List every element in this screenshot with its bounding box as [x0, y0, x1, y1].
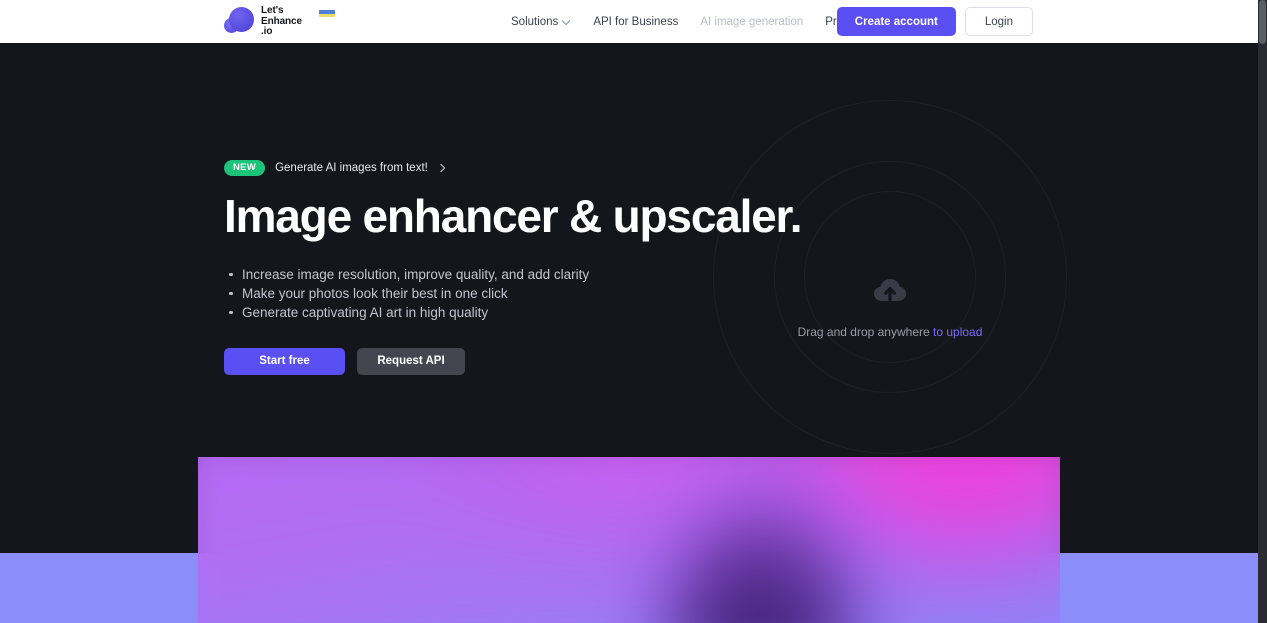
hero-content: NEW Generate AI images from text! Image … [224, 157, 802, 375]
list-item: Make your photos look their best in one … [224, 284, 744, 303]
chevron-right-icon [438, 164, 446, 172]
list-item: Generate captivating AI art in high qual… [224, 303, 744, 322]
dropzone-text: Drag and drop anywhere to upload [730, 325, 1050, 339]
create-account-button[interactable]: Create account [836, 7, 956, 36]
upload-dropzone[interactable]: Drag and drop anywhere to upload [730, 277, 1050, 339]
upload-link[interactable]: to upload [933, 325, 982, 339]
feature-list: Increase image resolution, improve quali… [224, 265, 744, 322]
status-badge: NEW [224, 160, 266, 176]
preview-gradient [198, 457, 1060, 623]
preview-image [198, 457, 1060, 623]
site-header: Let's Enhance .io Solutions API for Busi… [0, 0, 1258, 43]
page-root: Let's Enhance .io Solutions API for Busi… [0, 0, 1267, 623]
nav-item-api-for-business[interactable]: API for Business [593, 16, 689, 28]
start-free-button[interactable]: Start free [224, 347, 345, 375]
nav-label-solutions: Solutions [511, 15, 559, 28]
page-title: Image enhancer & upscaler. [224, 190, 802, 242]
cloud-upload-icon [874, 279, 906, 302]
new-feature-text: Generate AI images from text! [275, 162, 428, 174]
browser-viewport: Let's Enhance .io Solutions API for Busi… [0, 0, 1258, 623]
login-button[interactable]: Login [964, 7, 1033, 36]
logo-wordmark: Let's Enhance .io [261, 5, 335, 38]
new-feature-banner[interactable]: NEW Generate AI images from text! [224, 160, 446, 176]
blob-logo-icon [224, 6, 254, 37]
list-item: Increase image resolution, improve quali… [224, 265, 744, 284]
nav-item-ai-image-generation[interactable]: AI image generation [700, 16, 814, 28]
dropzone-hint: Drag and drop anywhere [797, 325, 930, 339]
scrollbar-thumb[interactable] [1259, 0, 1266, 44]
vertical-scrollbar[interactable] [1258, 0, 1267, 623]
cta-row: Start free Request API [224, 347, 744, 375]
logo-line-3: .io [261, 26, 273, 38]
request-api-button[interactable]: Request API [357, 347, 465, 375]
ukraine-flag-icon [319, 10, 335, 18]
chevron-down-icon [563, 17, 571, 25]
nav-label-api-for-business: API for Business [593, 15, 679, 28]
header-actions: Create account Login [836, 7, 1033, 36]
nav-label-ai-image-generation: AI image generation [700, 15, 804, 28]
site-logo[interactable]: Let's Enhance .io [224, 4, 335, 39]
nav-item-solutions[interactable]: Solutions [511, 16, 582, 28]
